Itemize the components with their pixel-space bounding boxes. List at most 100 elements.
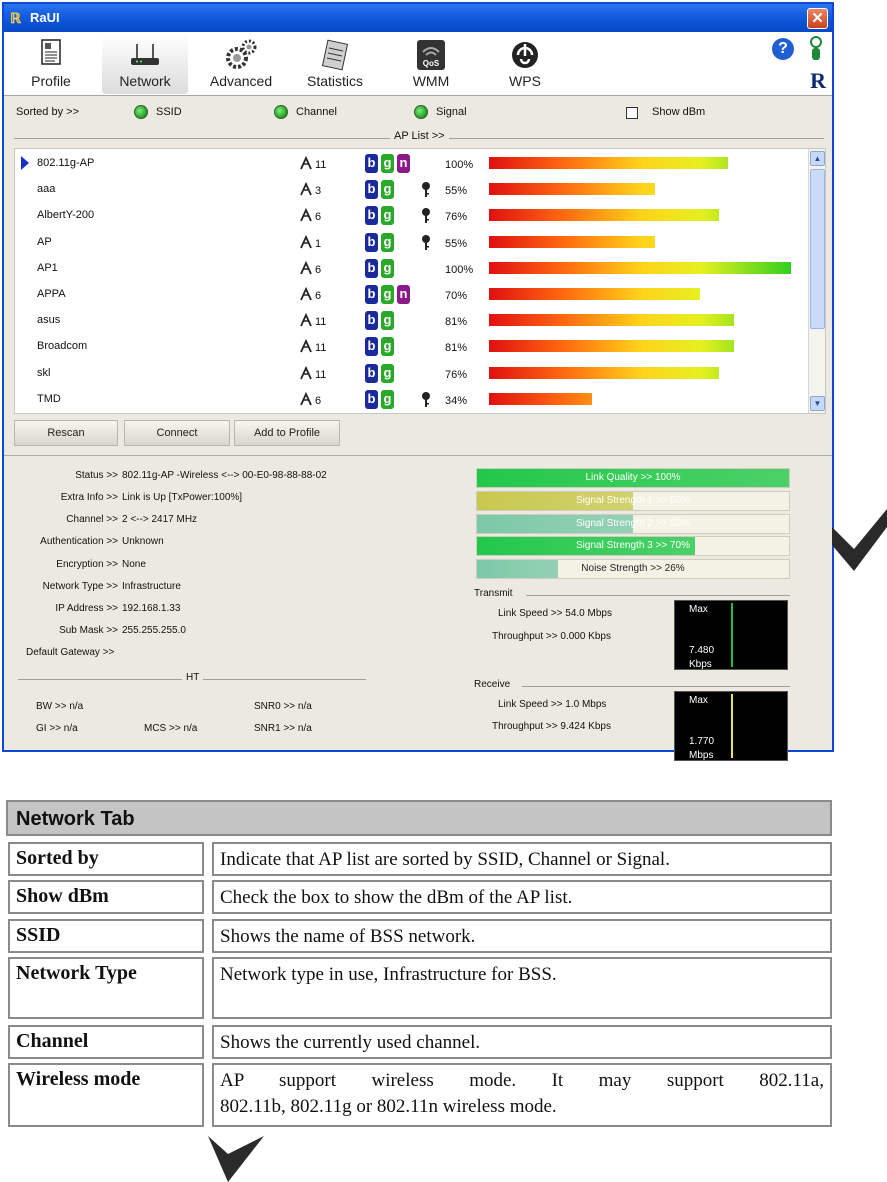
ip-address-value: 192.168.1.33: [122, 603, 181, 614]
channel-key: Channel >>: [66, 514, 118, 525]
ap-channel: 11: [315, 368, 327, 381]
signal-bar: [489, 209, 719, 222]
tab-wps[interactable]: WPS: [482, 34, 568, 94]
doc-key-sorted-by: Sorted by: [8, 842, 204, 876]
wps-icon: [512, 42, 538, 68]
doc-row-wireless-mode: Wireless mode AP support wireless mode. …: [8, 1063, 832, 1127]
key-lock-icon: [422, 182, 430, 198]
help-button[interactable]: ?: [772, 38, 794, 60]
ap-row[interactable]: AP 1 b g 55%: [15, 230, 807, 256]
chevron-right-icon: [832, 509, 887, 571]
show-dbm-checkbox[interactable]: [626, 107, 638, 119]
tab-profile[interactable]: Profile: [8, 34, 94, 94]
sub-mask-value: 255.255.255.0: [122, 625, 186, 636]
sorted-by-label: Sorted by >>: [16, 106, 79, 118]
quality-bar-2: Signal Strength 1 >> 50%: [476, 491, 790, 511]
infrastructure-icon: [300, 208, 312, 222]
status-key: Status >>: [75, 470, 118, 481]
mode-b-badge: b: [365, 337, 378, 357]
ap-row[interactable]: AlbertY-200 6 b g 76%: [15, 203, 807, 229]
tab-statistics-label: Statistics: [306, 73, 363, 89]
mode-b-badge: b: [365, 258, 378, 278]
network-type-value: Infrastructure: [122, 581, 181, 592]
infrastructure-icon: [300, 155, 312, 170]
ap-row[interactable]: AP1 6 b g 100%: [15, 256, 807, 282]
rx-throughput: Throughput >> 9.424 Kbps: [492, 721, 611, 732]
receive-label: Receive: [474, 679, 511, 690]
user-status-icon[interactable]: [808, 36, 824, 64]
scroll-up-button[interactable]: ▲: [810, 151, 825, 166]
transmit-divider: [526, 595, 790, 596]
qos-icon: QoS: [417, 40, 445, 70]
sub-mask-key: Sub Mask >>: [59, 625, 118, 636]
tab-statistics[interactable]: Statistics: [292, 34, 378, 94]
title-bar: ℝ RaUI ✕: [4, 4, 832, 32]
ap-row[interactable]: Broadcom 11 b g 81%: [15, 334, 807, 360]
mcs-value: MCS >> n/a: [144, 723, 198, 734]
mode-g-badge: g: [381, 363, 394, 383]
quality-bar-3: Signal Strength 2 >> 50%: [476, 514, 790, 534]
connect-button[interactable]: Connect: [124, 420, 230, 446]
doc-row-ssid: SSID Shows the name of BSS network.: [8, 919, 832, 953]
network-tab-header: Network Tab: [6, 800, 832, 836]
tab-network[interactable]: Network: [102, 34, 188, 94]
ap-row[interactable]: asus 11 b g 81%: [15, 308, 807, 334]
ap-list-scrollbar[interactable]: ▲ ▼: [808, 149, 825, 413]
scroll-down-button[interactable]: ▼: [810, 396, 825, 411]
ap-ssid: APPA: [37, 288, 66, 300]
doc-value-channel: Shows the currently used channel.: [212, 1025, 832, 1059]
infrastructure-icon: [300, 286, 312, 301]
toolbar: Profile Network Advanced Statistics QoS …: [4, 32, 832, 96]
mode-g-badge: g: [381, 180, 394, 200]
mode-g-badge: g: [381, 154, 394, 173]
scroll-thumb[interactable]: [810, 169, 825, 329]
mode-b-badge: b: [365, 285, 378, 304]
close-button[interactable]: ✕: [807, 8, 828, 29]
ap-channel: 1: [315, 237, 322, 250]
tab-wmm-label: WMM: [412, 73, 450, 89]
sort-channel-radio[interactable]: [274, 105, 288, 119]
tab-profile-label: Profile: [31, 73, 71, 89]
ap-row[interactable]: 802.11g-AP 11 b g n 100%: [15, 151, 807, 177]
ap-ssid: AlbertY-200: [37, 209, 95, 222]
selected-arrow-icon: [21, 156, 29, 170]
tx-graph-line: [731, 603, 733, 667]
router-icon: [131, 44, 159, 65]
doc-key-network-type: Network Type: [8, 957, 204, 1019]
sort-channel-label: Channel: [296, 106, 337, 118]
infrastructure-icon: [300, 313, 312, 327]
ap-ssid: 802.11g-AP: [37, 157, 95, 169]
ap-row[interactable]: skl 11 b g 76%: [15, 361, 807, 387]
rescan-button[interactable]: Rescan: [14, 420, 118, 446]
encryption-key: Encryption >>: [56, 559, 118, 570]
authentication-key: Authentication >>: [40, 536, 118, 547]
chevron-down-icon: [208, 1136, 264, 1182]
ap-list: ▲ ▼ 802.11g-AP 11 b g n 100% aaa 3 b g 55% AlbertY-…: [14, 148, 826, 414]
add-to-profile-button[interactable]: Add to Profile: [234, 420, 340, 446]
gi-value: GI >> n/a: [36, 723, 78, 734]
ap-ssid: AP: [37, 235, 52, 248]
mode-b-badge: b: [365, 154, 378, 173]
ap-channel: 6: [315, 211, 322, 224]
key-lock-icon: [422, 208, 430, 224]
mode-g-badge: g: [381, 311, 394, 331]
ap-row[interactable]: aaa 3 b g 55%: [15, 177, 807, 203]
mode-b-badge: b: [365, 389, 378, 409]
gears-icon: [226, 39, 257, 69]
ap-row[interactable]: APPA 6 b g n 70%: [15, 282, 807, 308]
tab-wmm[interactable]: QoS WMM: [388, 34, 474, 94]
ralink-logo: R: [810, 68, 826, 93]
extra-info-value: Link is Up [TxPower:100%]: [122, 492, 243, 503]
ap-row[interactable]: TMD 6 b g 34%: [15, 387, 807, 413]
ap-channel: 11: [315, 342, 327, 355]
tab-advanced[interactable]: Advanced: [198, 34, 284, 94]
encryption-value: None: [122, 559, 146, 570]
sort-ssid-label: SSID: [156, 106, 182, 118]
sort-ssid-radio[interactable]: [134, 105, 148, 119]
sort-signal-radio[interactable]: [414, 105, 428, 119]
bw-value: BW >> n/a: [36, 701, 84, 712]
ap-ssid: asus: [37, 314, 61, 327]
rx-link-speed: Link Speed >> 1.0 Mbps: [498, 699, 607, 710]
ap-ssid: aaa: [37, 183, 56, 196]
doc-row-show-dbm: Show dBm Check the box to show the dBm o…: [8, 880, 832, 914]
